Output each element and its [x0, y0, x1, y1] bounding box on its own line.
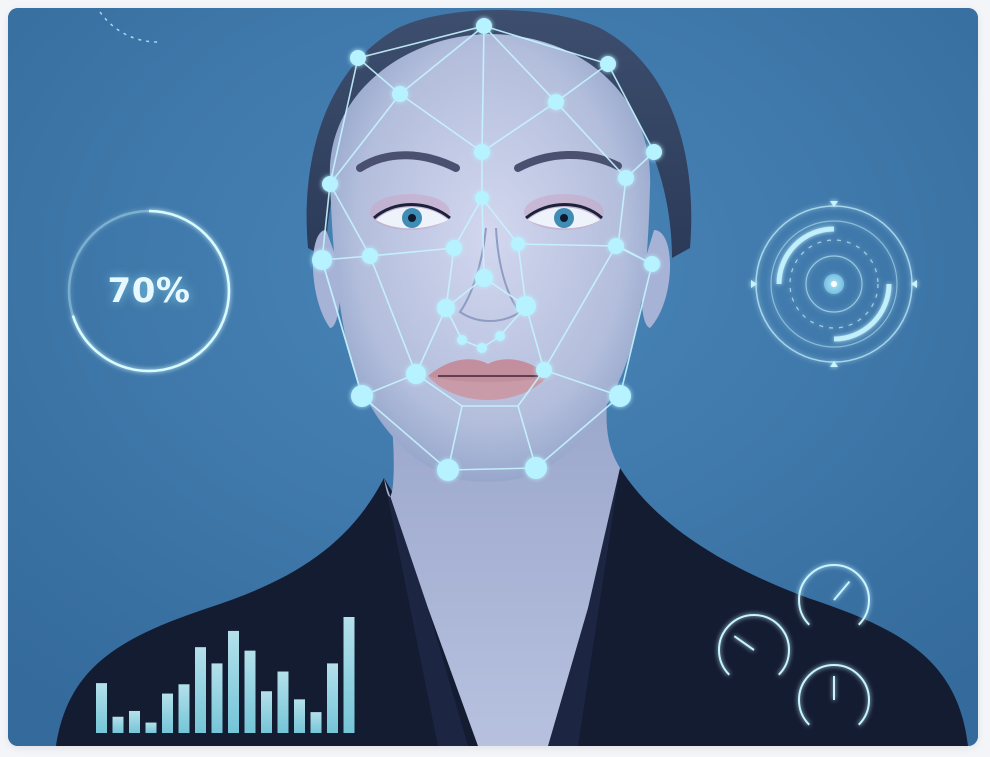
- signal-bar: [228, 630, 239, 733]
- signal-bar: [244, 650, 256, 733]
- signal-bar: [343, 617, 355, 733]
- signal-bar: [96, 683, 107, 733]
- signal-bar: [178, 684, 190, 733]
- signal-bar: [294, 699, 305, 733]
- signal-bar: [327, 663, 338, 733]
- signal-bar: [261, 691, 272, 733]
- signal-bar: [211, 663, 223, 733]
- signal-bar: [310, 712, 322, 733]
- signal-bar: [277, 671, 289, 733]
- signal-bar: [162, 693, 173, 733]
- match-percentage: 70%: [107, 271, 191, 311]
- signal-bar: [129, 710, 140, 733]
- signal-bar: [112, 716, 124, 733]
- face-scan-scene: [8, 8, 978, 746]
- signal-bar: [195, 647, 206, 733]
- signal-bar: [145, 722, 157, 733]
- scan-image-frame: 70%: [8, 8, 978, 746]
